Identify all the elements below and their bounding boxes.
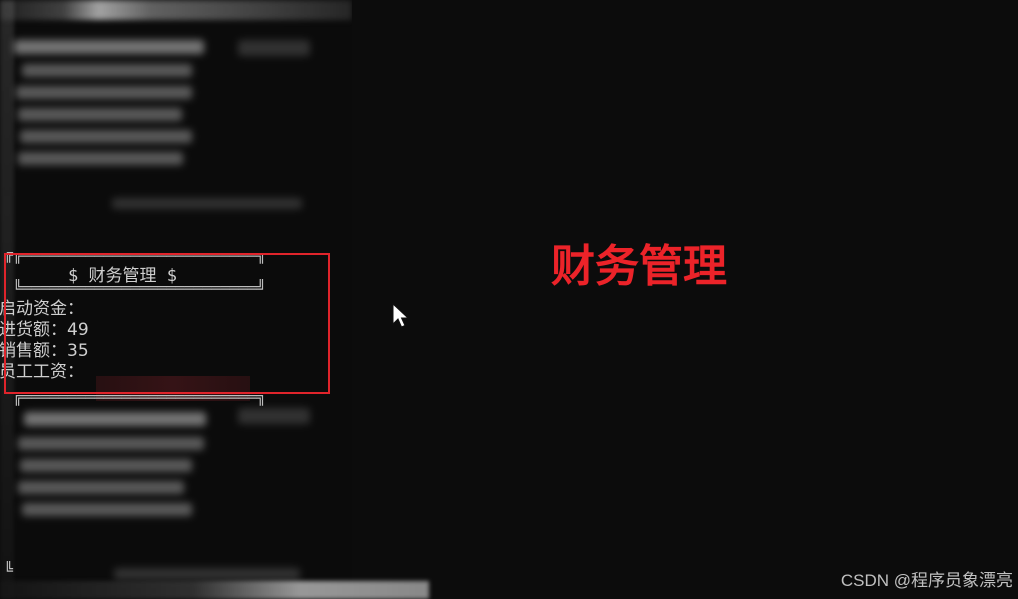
csdn-watermark: CSDN @程序员象漂亮 xyxy=(840,571,1013,590)
blurred-console-text xyxy=(20,459,192,472)
blurred-console-text xyxy=(22,503,192,516)
menu-item-sales-amount: 销售额：35 xyxy=(0,341,89,361)
finance-management-title: 财务管理 xyxy=(551,241,727,292)
blurred-console-text xyxy=(18,437,204,450)
blurred-console-text xyxy=(16,86,192,99)
blurred-console-text xyxy=(114,568,300,580)
blurred-console-text xyxy=(18,108,182,121)
ascii-corner-top-left: ╔ xyxy=(4,245,14,263)
blurred-console-text xyxy=(18,481,184,494)
blurred-bottom-strip xyxy=(0,581,429,599)
ascii-corner-bottom-left: ╚ xyxy=(4,561,14,579)
blurred-console-text xyxy=(112,198,302,209)
ascii-bottom-border: ╔══════════════════════════╗ xyxy=(13,388,266,406)
menu-item-employee-salary: 员工工资： xyxy=(0,362,84,382)
ascii-title-border: ╚══════════════════════════╝ xyxy=(13,279,266,297)
cursor-icon xyxy=(392,303,410,328)
menu-item-purchase-amount: 进货额：49 xyxy=(0,320,89,340)
blurred-console-text xyxy=(22,64,192,77)
menu-item-startup-funds: 启动资金： xyxy=(0,299,84,319)
blurred-console-text xyxy=(238,408,310,424)
console-screen: ╔ ╔══════════════════════════╗ $ 财务管理 $ … xyxy=(0,0,1018,599)
blurred-console-text xyxy=(24,412,206,426)
blurred-console-text xyxy=(18,152,183,165)
console-window: ╔ ╔══════════════════════════╗ $ 财务管理 $ … xyxy=(0,0,352,599)
blurred-console-text xyxy=(14,40,204,54)
blurred-console-text xyxy=(238,40,310,56)
blurred-console-header xyxy=(0,0,352,20)
blurred-console-text xyxy=(20,130,192,143)
